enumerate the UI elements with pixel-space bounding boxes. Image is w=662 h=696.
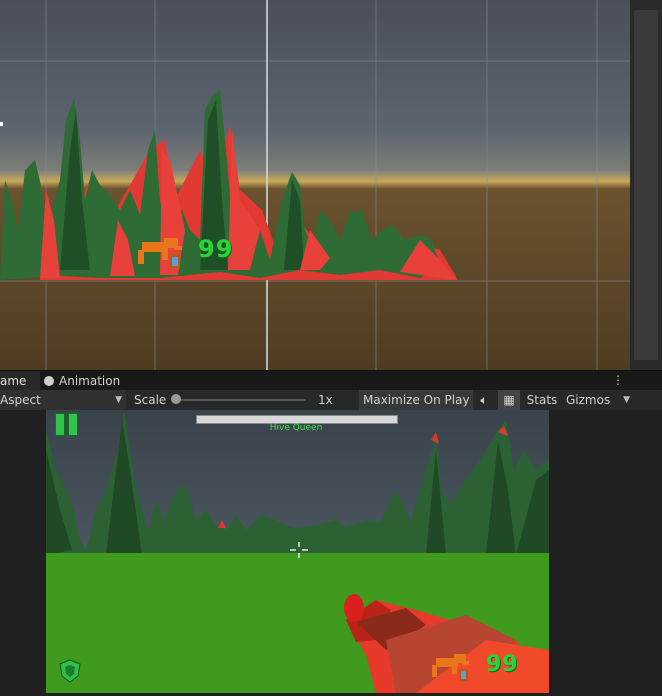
gizmos-label: Gizmos <box>566 393 611 407</box>
maximize-on-play-button[interactable]: Maximize On Play <box>359 390 473 410</box>
scene-scrollbar[interactable] <box>630 0 662 370</box>
game-toolbar: Aspect ▼ Scale 1x Maximize On Play 🔈︎ ▦ S… <box>0 390 662 411</box>
game-view[interactable]: Hive Queen 99 <box>46 410 549 693</box>
scale-value: 1x <box>318 393 333 407</box>
pause-button[interactable] <box>54 413 80 436</box>
scale-slider[interactable] <box>176 399 306 401</box>
grid-icon[interactable]: ▦ <box>498 390 520 410</box>
scene-canvas <box>0 0 630 370</box>
boss-name: Hive Queen <box>269 423 323 433</box>
panel-tabs: ame Animation ⋮ <box>0 370 662 391</box>
scene-view[interactable]: 99 <box>0 0 630 370</box>
tab-game[interactable]: ame <box>0 371 40 391</box>
aspect-dropdown[interactable]: Aspect ▼ <box>0 390 126 410</box>
stats-button[interactable]: Stats <box>524 390 560 410</box>
scene-marker <box>0 122 3 126</box>
aspect-label: Aspect <box>0 393 41 407</box>
tab-animation-label: Animation <box>59 374 121 388</box>
scene-ammo-counter: 99 <box>198 235 234 263</box>
game-canvas <box>46 410 549 693</box>
tab-game-label: ame <box>0 374 27 388</box>
scale-slider-handle[interactable] <box>171 394 181 404</box>
speaker-icon[interactable]: 🔈︎ <box>474 390 494 410</box>
kebab-icon[interactable]: ⋮ <box>612 371 624 391</box>
gizmos-dropdown[interactable]: Gizmos ▼ <box>562 390 634 410</box>
clock-icon <box>44 376 54 386</box>
chevron-down-icon: ▼ <box>623 395 630 405</box>
scale-label: Scale <box>134 393 167 407</box>
ammo-counter: 99 <box>486 652 519 677</box>
chevron-down-icon: ▼ <box>115 395 122 405</box>
tab-animation[interactable]: Animation <box>44 371 120 391</box>
